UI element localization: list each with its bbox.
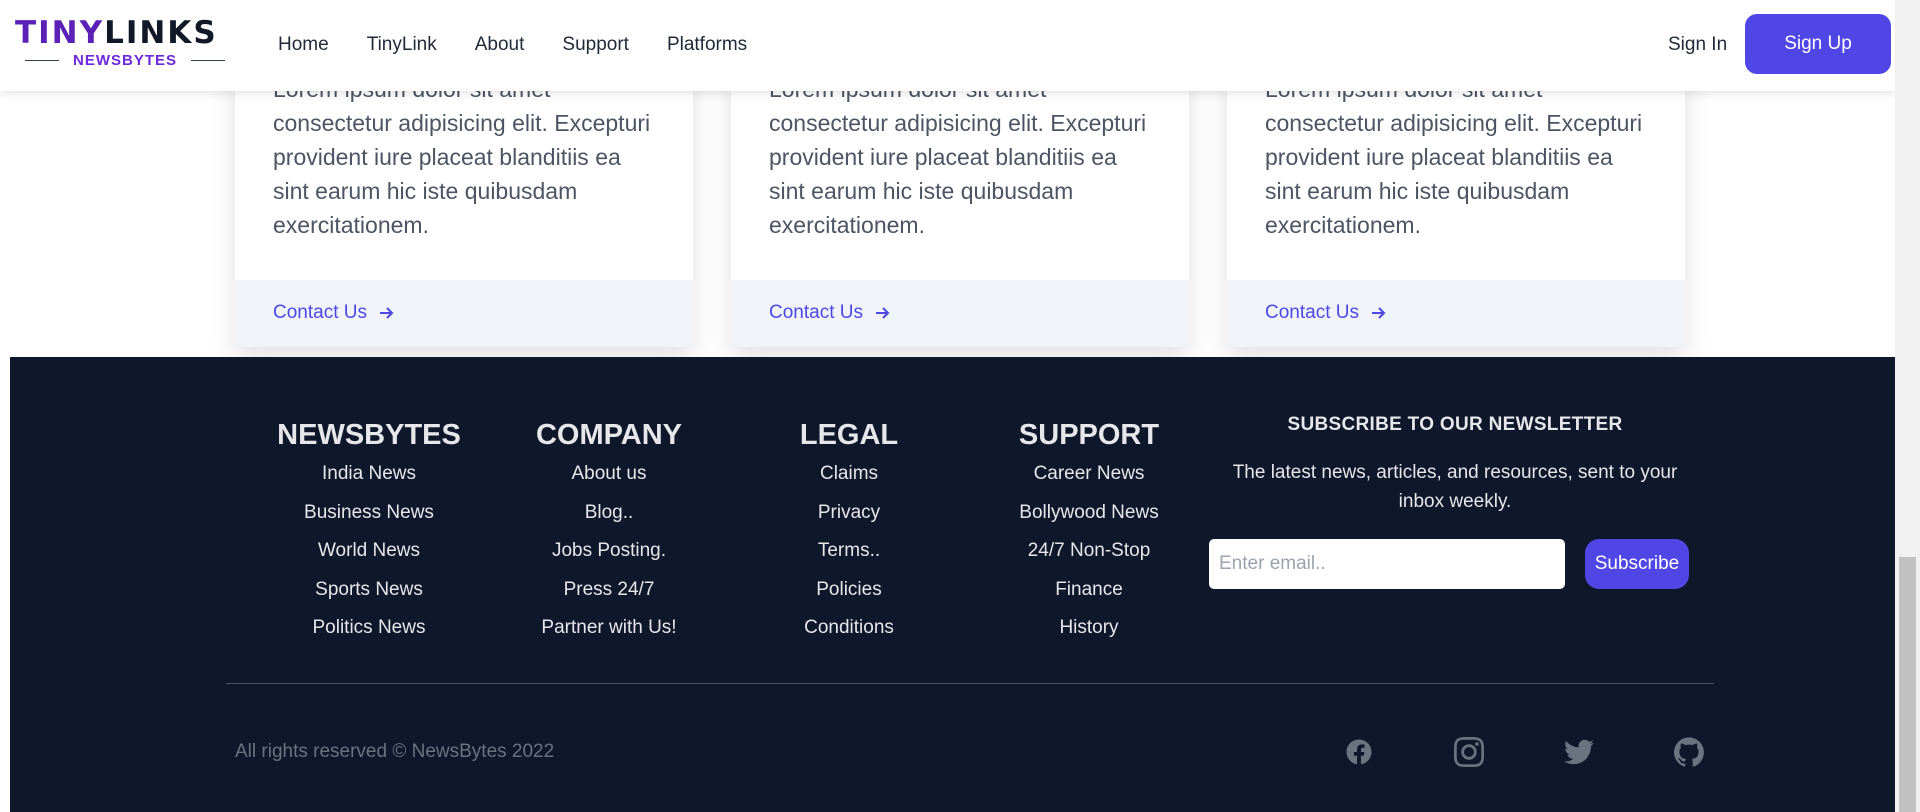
facebook-icon[interactable]	[1344, 737, 1374, 767]
contact-us-label: Contact Us	[273, 302, 367, 323]
newsletter-title: SUBSCRIBE TO OUR NEWSLETTER	[1287, 414, 1623, 435]
logo-wordmark: TINYLINKS	[15, 16, 235, 50]
card-text: Lorem ipsum dolor sit amet consectetur a…	[1265, 76, 1643, 238]
footer-link-list: India News Business News World News Spor…	[249, 455, 489, 648]
arrow-right-icon	[1371, 307, 1386, 319]
footer-column-support: SUPPORT Career News Bollywood News 24/7 …	[969, 417, 1209, 648]
arrow-right-icon	[875, 307, 890, 319]
footer-link[interactable]: World News	[249, 532, 489, 571]
scrollbar-thumb[interactable]	[1899, 557, 1916, 812]
footer-column-title: COMPANY	[535, 419, 683, 451]
newsletter-description: The latest news, articles, and resources…	[1232, 462, 1678, 512]
logo-brand-part1: TINY	[15, 15, 105, 51]
subscribe-button[interactable]: Subscribe	[1585, 539, 1689, 589]
footer-link[interactable]: Jobs Posting.	[489, 532, 729, 571]
footer-column-title: NEWSBYTES	[277, 419, 461, 451]
email-field[interactable]	[1209, 539, 1565, 589]
copyright-text: All rights reserved © NewsBytes 2022	[235, 741, 555, 762]
newsletter-section: SUBSCRIBE TO OUR NEWSLETTER The latest n…	[1208, 414, 1702, 516]
footer-link[interactable]: Business News	[249, 494, 489, 533]
nav-tinylink[interactable]: TinyLink	[367, 34, 437, 56]
footer-divider	[226, 683, 1714, 684]
github-icon[interactable]	[1674, 737, 1704, 767]
footer-link[interactable]: Press 24/7	[489, 571, 729, 610]
card-footer: Contact Us	[731, 280, 1189, 347]
footer-link[interactable]: About us	[489, 455, 729, 494]
logo-divider	[191, 60, 225, 61]
nav-home[interactable]: Home	[278, 34, 329, 56]
footer-link[interactable]: History	[969, 609, 1209, 648]
contact-us-link[interactable]: Contact Us	[769, 302, 891, 324]
feature-card: Lorem ipsum dolor sit amet consectetur a…	[235, 60, 693, 347]
footer-column-title: LEGAL	[799, 419, 899, 451]
card-text: Lorem ipsum dolor sit amet consectetur a…	[769, 76, 1147, 238]
contact-us-label: Contact Us	[1265, 302, 1359, 323]
footer-link[interactable]: India News	[249, 455, 489, 494]
instagram-icon[interactable]	[1454, 737, 1484, 767]
footer-link[interactable]: Blog..	[489, 494, 729, 533]
card-footer: Contact Us	[235, 280, 693, 347]
sign-up-button[interactable]: Sign Up	[1745, 14, 1891, 74]
arrow-right-icon	[379, 307, 394, 319]
footer-column-company: COMPANY About us Blog.. Jobs Posting. Pr…	[489, 417, 729, 648]
footer-link[interactable]: Partner with Us!	[489, 609, 729, 648]
footer-link[interactable]: Career News	[969, 455, 1209, 494]
contact-us-label: Contact Us	[769, 302, 863, 323]
page-scrollbar[interactable]	[1895, 0, 1920, 812]
footer-link-list: About us Blog.. Jobs Posting. Press 24/7…	[489, 455, 729, 648]
logo-subtitle: NEWSBYTES	[72, 52, 177, 69]
nav-support[interactable]: Support	[562, 34, 629, 56]
footer-link[interactable]: Politics News	[249, 609, 489, 648]
footer-link[interactable]: Sports News	[249, 571, 489, 610]
footer-link[interactable]: Terms..	[729, 532, 969, 571]
footer-link[interactable]: Finance	[969, 571, 1209, 610]
main-nav: Home TinyLink About Support Platforms	[278, 34, 785, 56]
site-header: TINYLINKS NEWSBYTES Home TinyLink About …	[0, 0, 1895, 91]
twitter-icon[interactable]	[1564, 737, 1594, 767]
footer-link-list: Claims Privacy Terms.. Policies Conditio…	[729, 455, 969, 648]
footer-link[interactable]: Privacy	[729, 494, 969, 533]
contact-us-link[interactable]: Contact Us	[1265, 302, 1387, 324]
footer-link[interactable]: Claims	[729, 455, 969, 494]
footer-link[interactable]: Conditions	[729, 609, 969, 648]
site-footer: NEWSBYTES India News Business News World…	[10, 357, 1895, 812]
feature-card: Lorem ipsum dolor sit amet consectetur a…	[731, 60, 1189, 347]
footer-link-list: Career News Bollywood News 24/7 Non-Stop…	[969, 455, 1209, 648]
footer-link[interactable]: Policies	[729, 571, 969, 610]
logo-divider	[24, 60, 59, 61]
nav-about[interactable]: About	[475, 34, 525, 56]
footer-column-title: SUPPORT	[1018, 419, 1160, 451]
footer-column-newsbytes: NEWSBYTES India News Business News World…	[249, 417, 489, 648]
contact-us-link[interactable]: Contact Us	[273, 302, 395, 324]
feature-card: Lorem ipsum dolor sit amet consectetur a…	[1227, 60, 1685, 347]
footer-link[interactable]: Bollywood News	[969, 494, 1209, 533]
footer-column-legal: LEGAL Claims Privacy Terms.. Policies Co…	[729, 417, 969, 648]
nav-platforms[interactable]: Platforms	[667, 34, 747, 56]
footer-link[interactable]: 24/7 Non-Stop	[969, 532, 1209, 571]
card-footer: Contact Us	[1227, 280, 1685, 347]
card-text: Lorem ipsum dolor sit amet consectetur a…	[273, 76, 651, 238]
page-content: Lorem ipsum dolor sit amet consectetur a…	[0, 0, 1895, 812]
logo-brand-part2: LINKS	[104, 15, 218, 51]
sign-in-link[interactable]: Sign In	[1668, 34, 1727, 56]
logo-subtitle-row: NEWSBYTES	[15, 52, 235, 69]
site-logo[interactable]: TINYLINKS NEWSBYTES	[15, 16, 235, 72]
